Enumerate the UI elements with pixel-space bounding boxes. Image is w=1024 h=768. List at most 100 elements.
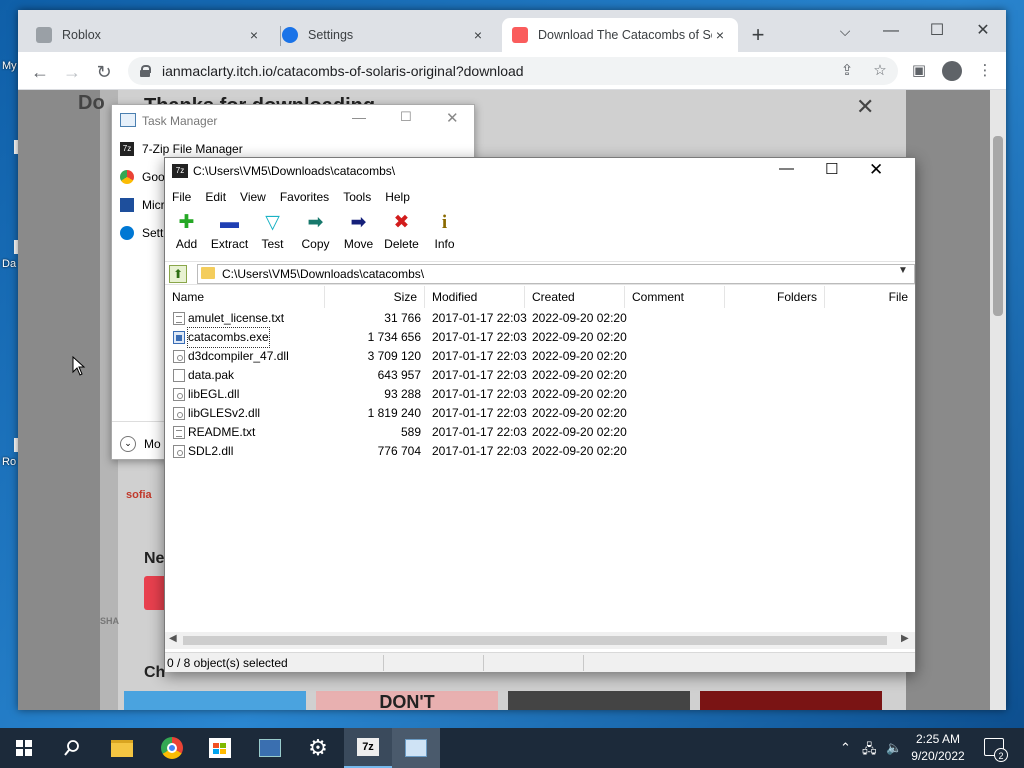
tab-settings[interactable]: Settings × xyxy=(272,18,496,52)
close-window-button[interactable]: ✕ xyxy=(869,160,883,180)
file-row[interactable]: SDL2.dll 776 704 2017-01-17 22:03 2022-0… xyxy=(165,442,915,461)
maximize-button[interactable]: ☐ xyxy=(825,160,838,178)
scroll-left-icon[interactable]: ◀ xyxy=(169,633,177,644)
modal-close-icon[interactable]: ✕ xyxy=(856,94,874,120)
file-row[interactable]: catacombs.exe 1 734 656 2017-01-17 22:03… xyxy=(165,327,915,348)
back-arrow-icon[interactable]: ← xyxy=(26,58,54,86)
network-icon[interactable]: 🖧 xyxy=(862,740,877,762)
file-created: 2022-09-20 02:20 xyxy=(532,349,627,363)
taskbar-file-explorer[interactable] xyxy=(98,728,146,768)
close-window-button[interactable]: ✕ xyxy=(446,109,459,127)
clock[interactable]: 2:25 AM 9/20/2022 xyxy=(906,731,970,765)
file-size: 1 819 240 xyxy=(367,406,421,420)
extract-button[interactable]: ▬ Extract xyxy=(208,209,251,259)
desktop-icon-label[interactable]: Ro xyxy=(2,456,16,468)
file-row[interactable]: libEGL.dll 93 288 2017-01-17 22:03 2022-… xyxy=(165,385,915,404)
delete-button[interactable]: ✖ Delete xyxy=(380,209,423,259)
profile-avatar-icon[interactable] xyxy=(942,61,962,81)
file-name: libEGL.dll xyxy=(188,387,240,401)
new-tab-button[interactable]: + xyxy=(746,24,770,48)
tab-search-icon[interactable]: ⌵ xyxy=(822,16,868,46)
column-header-modified[interactable]: Modified xyxy=(425,286,525,308)
close-tab-icon[interactable]: × xyxy=(470,27,486,43)
maximize-button[interactable]: ☐ xyxy=(914,16,960,46)
file-row[interactable]: libGLESv2.dll 1 819 240 2017-01-17 22:03… xyxy=(165,404,915,423)
file-row[interactable]: data.pak 643 957 2017-01-17 22:03 2022-0… xyxy=(165,366,915,385)
url-text[interactable]: ianmaclarty.itch.io/catacombs-of-solaris… xyxy=(162,63,524,79)
test-button[interactable]: ▽ Test xyxy=(251,209,294,259)
taskbar-chrome[interactable] xyxy=(148,728,196,768)
chevron-down-icon[interactable]: ▼ xyxy=(898,265,908,276)
start-button[interactable] xyxy=(0,728,48,768)
task-row-app[interactable]: Micr xyxy=(120,194,165,216)
maximize-button[interactable]: ☐ xyxy=(400,109,412,125)
folder-up-icon[interactable]: ⬆ xyxy=(169,265,187,283)
task-row-settings[interactable]: Setti xyxy=(120,222,166,244)
bookmark-star-icon[interactable]: ☆ xyxy=(869,60,891,82)
share-icon[interactable]: ⇪ xyxy=(836,60,858,82)
column-header-created[interactable]: Created xyxy=(525,286,625,308)
move-button[interactable]: ➡ Move xyxy=(337,209,380,259)
path-input[interactable]: C:\Users\VM5\Downloads\catacombs\ xyxy=(197,264,915,284)
file-list: Name Size Modified Created Comment Folde… xyxy=(165,286,915,634)
column-header-comment[interactable]: Comment xyxy=(625,286,725,308)
reload-icon[interactable]: ↻ xyxy=(90,58,118,86)
info-button[interactable]: i Info xyxy=(423,209,466,259)
close-window-button[interactable]: ✕ xyxy=(960,16,1006,46)
game-thumbnail[interactable]: DON'T xyxy=(316,691,498,710)
tab-catacombs-download[interactable]: Download The Catacombs of Solaris × xyxy=(502,18,738,52)
taskbar-task-manager[interactable] xyxy=(392,728,440,768)
folder-icon xyxy=(111,739,133,757)
menu-file[interactable]: File xyxy=(165,187,198,207)
minimize-button[interactable]: — xyxy=(779,160,794,177)
game-thumbnail[interactable] xyxy=(124,691,306,710)
lock-icon[interactable] xyxy=(140,65,151,77)
tool-label: Test xyxy=(261,237,284,251)
minimize-button[interactable]: — xyxy=(868,16,914,46)
horizontal-scrollbar[interactable]: ◀ ▶ xyxy=(165,632,915,649)
ad-logo[interactable]: sofia xyxy=(126,489,152,501)
kebab-menu-icon[interactable]: ⋮ xyxy=(974,60,996,82)
exe-file-icon xyxy=(173,331,185,344)
game-thumbnail[interactable] xyxy=(700,691,882,710)
game-thumbnail[interactable] xyxy=(508,691,690,710)
menu-favorites[interactable]: Favorites xyxy=(273,187,336,207)
task-row-chrome[interactable]: Goo xyxy=(120,166,165,188)
column-header-files[interactable]: File xyxy=(825,286,915,308)
volume-icon[interactable]: 🔈 xyxy=(886,740,902,756)
address-bar[interactable]: ianmaclarty.itch.io/catacombs-of-solaris… xyxy=(128,57,898,85)
file-row[interactable]: amulet_license.txt 31 766 2017-01-17 22:… xyxy=(165,309,915,328)
column-header-name[interactable]: Name xyxy=(165,286,325,308)
scrollbar-thumb[interactable] xyxy=(183,636,887,645)
file-row[interactable]: README.txt 589 2017-01-17 22:03 2022-09-… xyxy=(165,423,915,442)
menu-edit[interactable]: Edit xyxy=(198,187,233,207)
taskbar-app[interactable] xyxy=(246,728,294,768)
search-button[interactable] xyxy=(48,728,96,768)
desktop-icon-label[interactable]: Da xyxy=(2,258,16,270)
page-scrollbar-thumb[interactable] xyxy=(993,136,1003,316)
column-header-folders[interactable]: Folders xyxy=(725,286,825,308)
close-tab-icon[interactable]: × xyxy=(712,27,728,43)
scroll-right-icon[interactable]: ▶ xyxy=(901,633,909,644)
menu-tools[interactable]: Tools xyxy=(336,187,378,207)
taskbar-7zip[interactable]: 7z xyxy=(344,728,392,768)
add-button[interactable]: ✚ Add xyxy=(165,209,208,259)
taskbar-store[interactable] xyxy=(196,728,244,768)
file-row[interactable]: d3dcompiler_47.dll 3 709 120 2017-01-17 … xyxy=(165,347,915,366)
more-details-button[interactable]: ⌄ Mo xyxy=(120,433,161,455)
forward-arrow-icon[interactable]: → xyxy=(58,58,86,86)
menu-help[interactable]: Help xyxy=(378,187,417,207)
minimize-button[interactable]: — xyxy=(352,109,366,125)
desktop-icon-label[interactable]: My xyxy=(2,60,17,72)
sidebar-icon[interactable]: ▣ xyxy=(908,60,930,82)
chevron-up-icon[interactable]: ⌃ xyxy=(840,740,851,756)
tool-label: Extract xyxy=(210,237,249,251)
column-header-size[interactable]: Size xyxy=(325,286,425,308)
close-tab-icon[interactable]: × xyxy=(246,27,262,43)
file-name: README.txt xyxy=(188,425,256,439)
taskbar-settings[interactable]: ⚙ xyxy=(294,728,342,768)
copy-button[interactable]: ➡ Copy xyxy=(294,209,337,259)
menu-view[interactable]: View xyxy=(233,187,273,207)
tab-roblox[interactable]: Roblox × xyxy=(26,18,272,52)
window-title: C:\Users\VM5\Downloads\catacombs\ xyxy=(193,164,396,178)
